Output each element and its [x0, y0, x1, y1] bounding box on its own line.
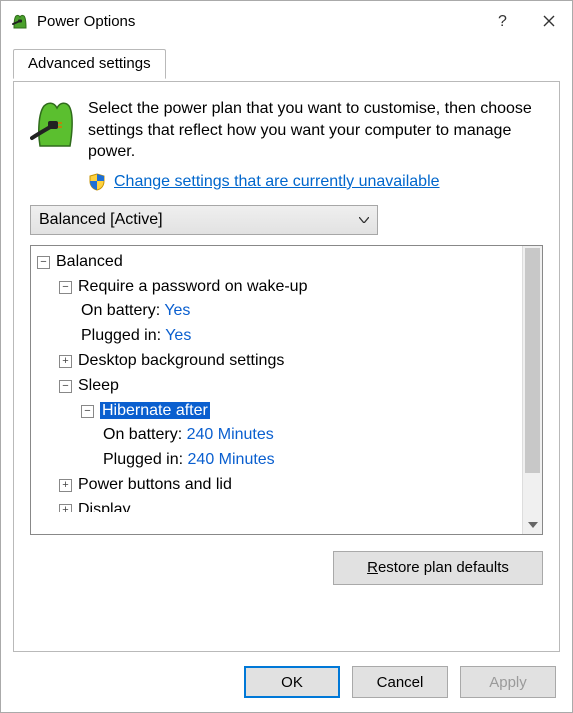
tree-leaf-hibernate-plugged-in[interactable]: Plugged in: 240 Minutes [37, 448, 520, 473]
setting-name: On battery: [103, 426, 182, 443]
collapse-icon[interactable]: − [37, 256, 50, 269]
titlebar: Power Options ? [1, 1, 572, 41]
tree-leaf-hibernate-on-battery[interactable]: On battery: 240 Minutes [37, 423, 520, 448]
tree-node-require-password[interactable]: −Require a password on wake-up [37, 275, 520, 300]
setting-name: On battery: [81, 302, 160, 319]
collapse-icon[interactable]: − [59, 380, 72, 393]
tree-body[interactable]: −Balanced −Require a password on wake-up… [31, 246, 522, 534]
close-button[interactable] [526, 1, 572, 41]
dialog-footer: OK Cancel Apply [1, 652, 572, 712]
tree-node-desktop-background[interactable]: + Desktop background settings [37, 349, 520, 374]
shield-icon [88, 173, 106, 191]
help-button[interactable]: ? [480, 1, 526, 41]
tree-leaf-on-battery[interactable]: On battery: Yes [37, 299, 520, 324]
cancel-button[interactable]: Cancel [352, 666, 448, 698]
ok-button[interactable]: OK [244, 666, 340, 698]
power-options-dialog: Power Options ? Advanced settings Selec [0, 0, 573, 713]
power-plan-icon [30, 98, 74, 163]
tab-strip: Advanced settings [13, 49, 560, 82]
uac-link-row: Change settings that are currently unava… [30, 173, 543, 191]
apply-button[interactable]: Apply [460, 666, 556, 698]
setting-value: Yes [164, 302, 190, 319]
scroll-down-icon[interactable] [523, 516, 542, 534]
power-icon [11, 12, 29, 30]
button-label: estore plan defaults [378, 559, 509, 576]
tree-leaf-plugged-in[interactable]: Plugged in: Yes [37, 324, 520, 349]
tree-label: Power buttons and lid [78, 476, 232, 493]
setting-value: 240 Minutes [187, 426, 274, 443]
intro-row: Select the power plan that you want to c… [30, 98, 543, 163]
expand-icon[interactable]: + [59, 479, 72, 492]
mnemonic: R [367, 559, 378, 576]
change-unavailable-settings-link[interactable]: Change settings that are currently unava… [114, 173, 440, 191]
setting-value: 240 Minutes [188, 451, 275, 468]
tree-scrollbar[interactable] [522, 246, 542, 534]
content-pane: Select the power plan that you want to c… [13, 82, 560, 652]
tree-node-hibernate-after[interactable]: −Hibernate after [37, 399, 520, 424]
collapse-icon[interactable]: − [59, 281, 72, 294]
expand-icon[interactable]: + [59, 355, 72, 368]
intro-text: Select the power plan that you want to c… [88, 98, 543, 163]
tree-label: Desktop background settings [78, 352, 284, 369]
collapse-icon[interactable]: − [81, 405, 94, 418]
expand-icon[interactable]: + [59, 504, 72, 512]
setting-name: Plugged in: [103, 451, 183, 468]
tree-label-selected: Hibernate after [100, 402, 210, 419]
power-plan-selector[interactable]: Balanced [Active] [30, 205, 378, 235]
tree-label: Require a password on wake-up [78, 278, 307, 295]
tree-label: Sleep [78, 377, 119, 394]
tab-advanced-settings[interactable]: Advanced settings [13, 49, 166, 79]
window-title: Power Options [37, 13, 135, 30]
settings-tree: −Balanced −Require a password on wake-up… [30, 245, 543, 535]
restore-plan-defaults-button[interactable]: Restore plan defaults [333, 551, 543, 585]
tree-node-balanced[interactable]: −Balanced [37, 250, 520, 275]
chevron-down-icon [359, 217, 369, 223]
setting-name: Plugged in: [81, 327, 161, 344]
tree-label: Balanced [56, 253, 123, 270]
setting-value: Yes [165, 327, 191, 344]
tree-label: Display [78, 501, 130, 512]
svg-text:?: ? [498, 13, 507, 30]
scrollbar-thumb[interactable] [525, 248, 540, 473]
tree-node-power-buttons[interactable]: + Power buttons and lid [37, 473, 520, 498]
tree-node-display[interactable]: + Display [37, 498, 520, 512]
tree-node-sleep[interactable]: −Sleep [37, 374, 520, 399]
power-plan-value: Balanced [Active] [39, 211, 163, 229]
